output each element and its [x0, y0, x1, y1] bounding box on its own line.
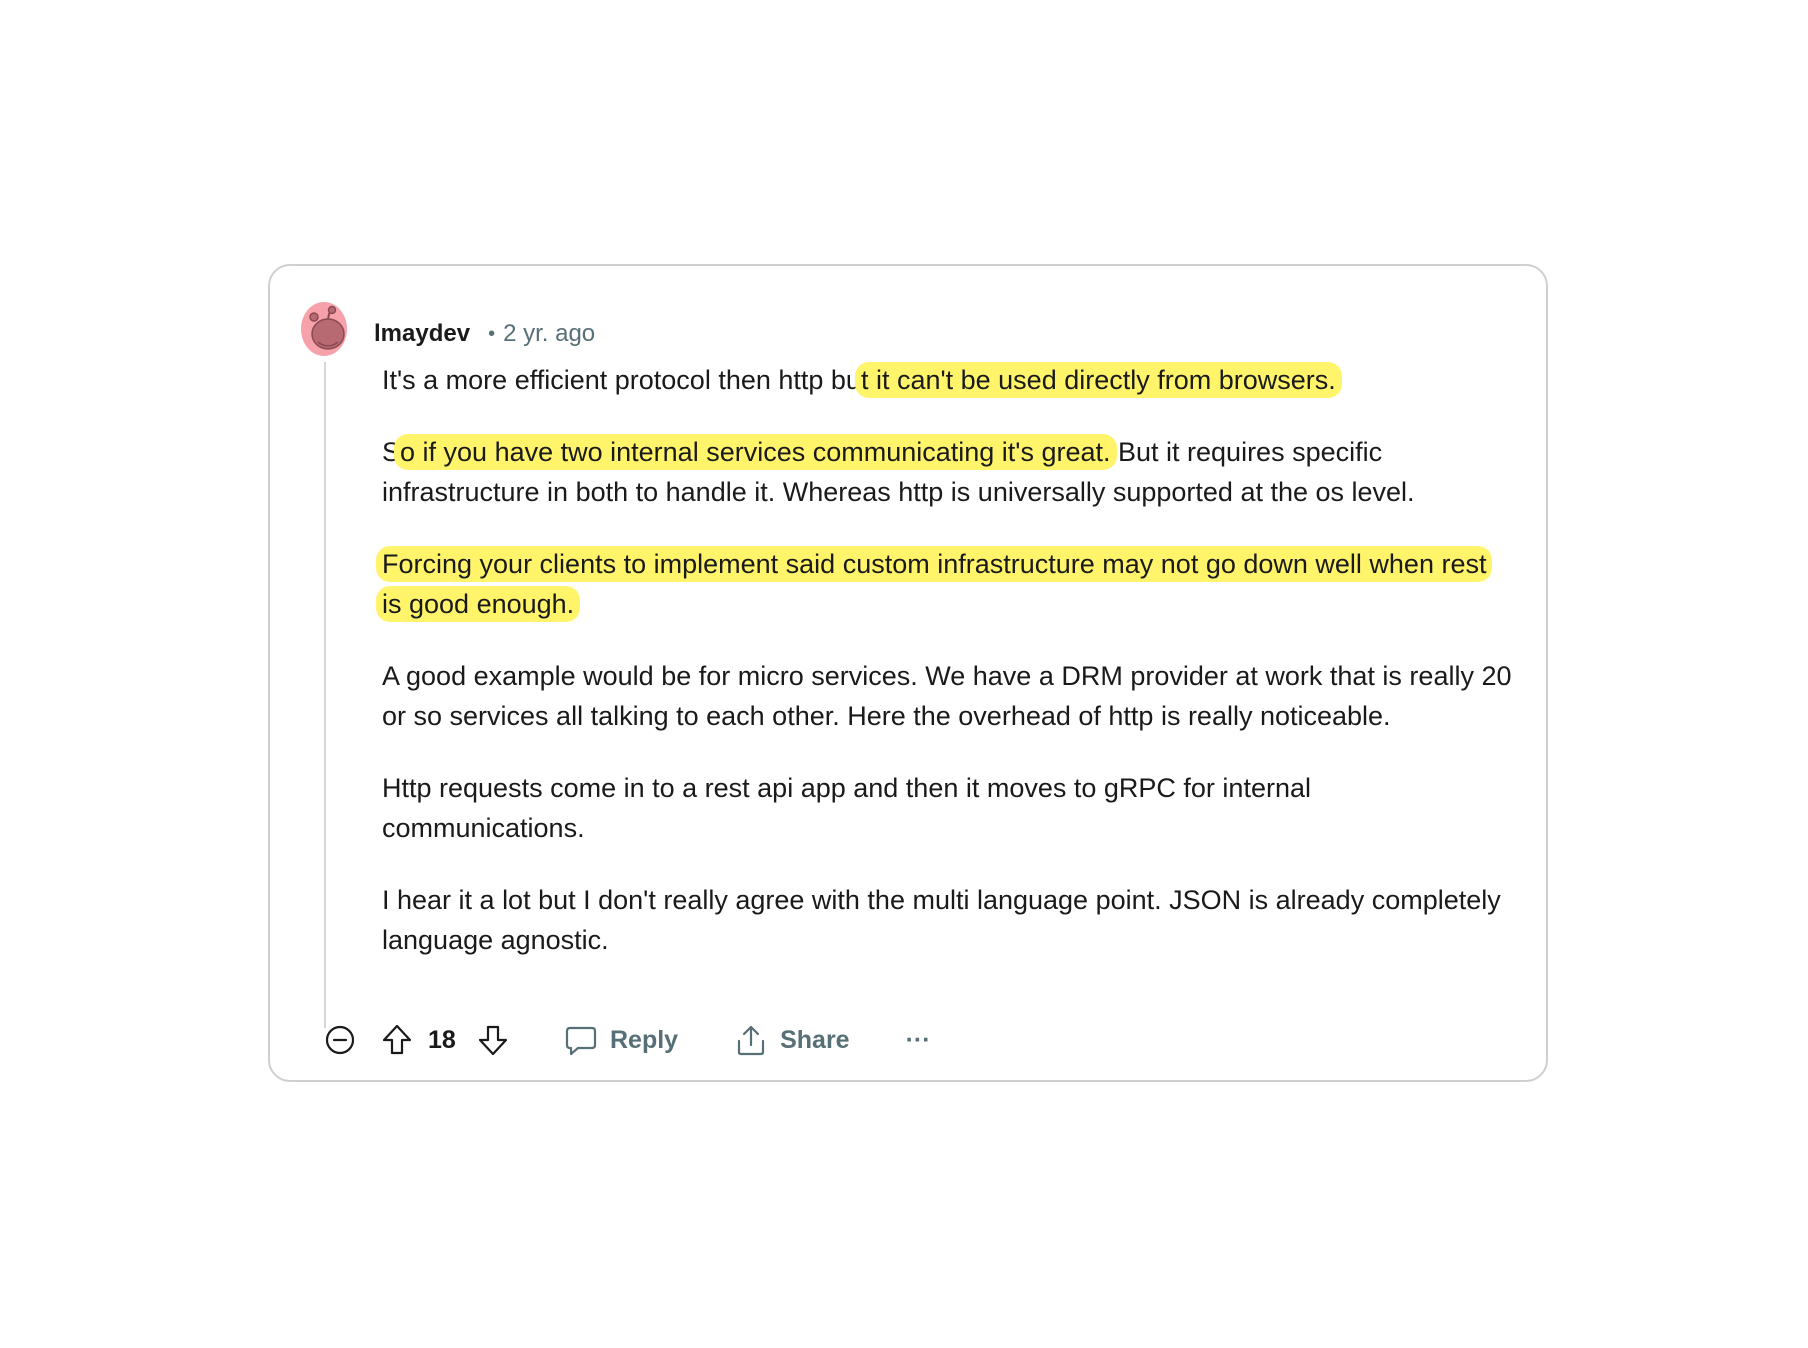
comment-text: I hear it a lot but I don't really agree… — [382, 885, 1501, 955]
share-label: Share — [780, 1025, 850, 1054]
user-avatar[interactable] — [300, 300, 350, 358]
thread-line[interactable] — [324, 362, 326, 1028]
comment-paragraph: A good example would be for micro servic… — [382, 656, 1512, 736]
comment-text: A good example would be for micro servic… — [382, 661, 1512, 731]
comment-actions: 18 Reply Share ··· — [322, 1018, 931, 1062]
comment-paragraph: Forcing your clients to implement said c… — [376, 544, 1512, 624]
meta-separator: • — [488, 322, 496, 345]
comment-paragraph: Http requests come in to a rest api app … — [382, 768, 1512, 848]
more-options-button[interactable]: ··· — [906, 1026, 931, 1055]
share-button[interactable]: Share — [734, 1023, 850, 1057]
comment-paragraph: So if you have two internal services com… — [382, 432, 1512, 512]
comment-header: lmaydev • 2 yr. ago — [374, 318, 595, 350]
comment-text: Http requests come in to a rest api app … — [382, 773, 1311, 843]
author-username[interactable]: lmaydev — [374, 320, 470, 348]
highlighted-text: o if you have two internal services comm… — [394, 434, 1117, 470]
reddit-snoo-avatar-icon — [301, 302, 347, 356]
highlighted-text: Forcing your clients to implement said c… — [376, 546, 1493, 622]
upvote-arrow-icon[interactable] — [378, 1021, 416, 1059]
comment-timestamp[interactable]: 2 yr. ago — [503, 320, 595, 348]
more-options-icon: ··· — [905, 1025, 931, 1054]
highlighted-text: t it can't be used directly from browser… — [854, 362, 1342, 398]
comment-text: It's a more efficient protocol then http… — [382, 365, 861, 395]
comment-bubble-icon — [564, 1023, 598, 1057]
reply-label: Reply — [610, 1025, 679, 1054]
downvote-arrow-icon[interactable] — [474, 1021, 512, 1059]
comment-paragraph: It's a more efficient protocol then http… — [382, 360, 1512, 400]
comment-paragraph: I hear it a lot but I don't really agree… — [382, 880, 1512, 960]
vote-score: 18 — [428, 1025, 456, 1054]
comment-body: It's a more efficient protocol then http… — [376, 360, 1512, 992]
comment-card: lmaydev • 2 yr. ago It's a more efficien… — [268, 264, 1548, 1082]
collapse-minus-icon[interactable] — [322, 1022, 358, 1058]
reply-button[interactable]: Reply — [564, 1023, 678, 1057]
share-icon — [734, 1023, 768, 1057]
